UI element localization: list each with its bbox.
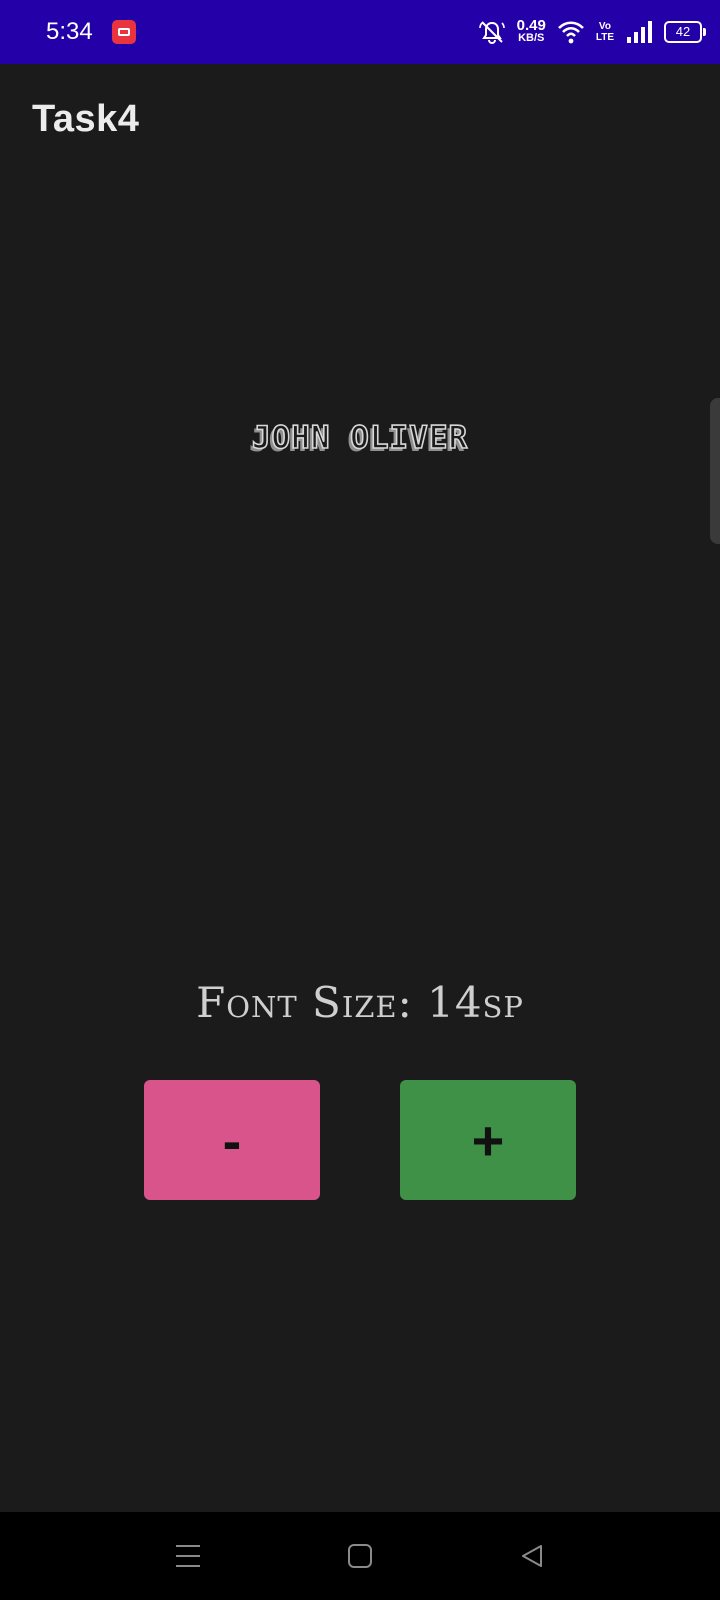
back-icon <box>522 1545 542 1567</box>
navigation-bar <box>0 1512 720 1600</box>
status-icons: 0.49 KB/S Vo LTE 42 <box>477 14 706 50</box>
increase-font-button[interactable]: + <box>400 1080 576 1200</box>
network-speed-unit: KB/S <box>518 32 545 44</box>
home-icon <box>348 1544 372 1568</box>
network-speed-value: 0.49 <box>516 17 546 34</box>
wifi-icon <box>557 21 584 44</box>
menu-icon <box>176 1545 200 1567</box>
screen-record-icon <box>112 20 136 44</box>
home-button[interactable] <box>300 1512 420 1600</box>
app-bar: Task4 <box>0 64 720 182</box>
decrease-font-button[interactable]: - <box>144 1080 320 1200</box>
font-size-label: Font Size: 14sp <box>196 978 524 1027</box>
battery-level: 42 <box>675 24 691 39</box>
edge-panel-handle[interactable] <box>710 398 720 544</box>
name-text: JOHN OLIVER <box>251 419 469 457</box>
notification-muted-icon <box>478 21 505 45</box>
signal-icon <box>627 21 652 43</box>
status-time: 5:34 <box>46 18 93 45</box>
volte-top: Vo <box>598 21 611 32</box>
status-bar: 5:34 0.49 KB/S Vo LTE 42 <box>0 0 720 64</box>
app-title: Task4 <box>32 98 140 140</box>
volte-bottom: LTE <box>595 32 614 43</box>
battery-icon: 42 <box>664 21 706 43</box>
network-speed: 0.49 KB/S <box>516 17 546 44</box>
recent-apps-button[interactable] <box>128 1512 248 1600</box>
volte-indicator: Vo LTE <box>596 21 614 43</box>
back-button[interactable] <box>472 1512 592 1600</box>
